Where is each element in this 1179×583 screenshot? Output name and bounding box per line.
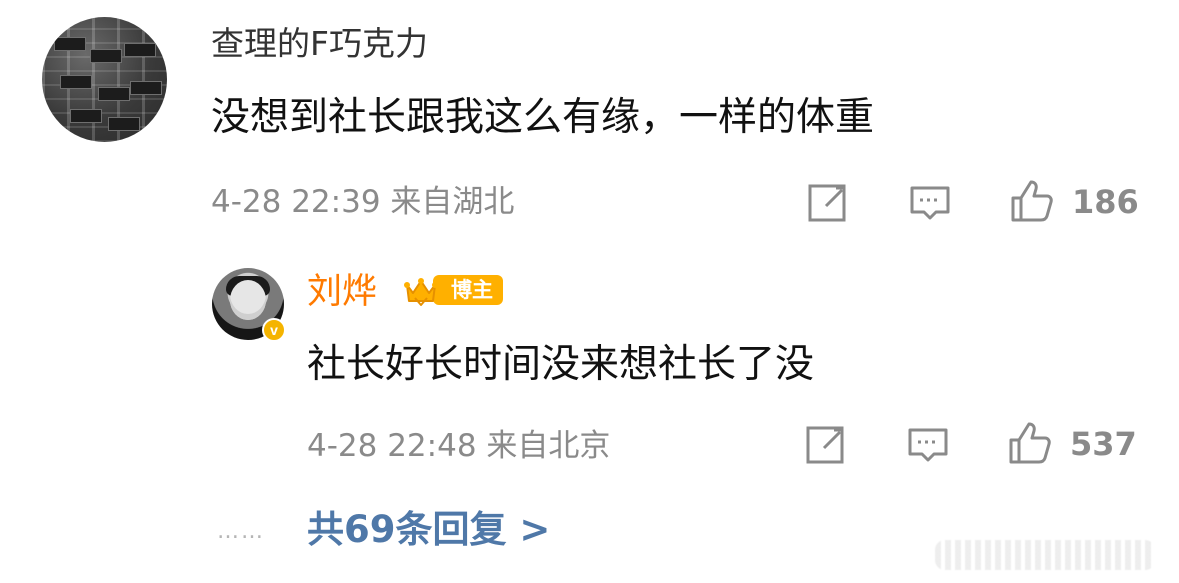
reply-username[interactable]: 刘烨 <box>307 270 377 314</box>
more-dots: …… <box>217 519 265 544</box>
share-icon[interactable] <box>806 178 854 226</box>
blogger-badge: 博主 <box>403 271 503 309</box>
like-icon-svg <box>1009 422 1051 464</box>
comment-icon-svg <box>908 428 948 462</box>
like-count: 186 <box>1072 183 1139 221</box>
avatar[interactable] <box>42 17 167 142</box>
more-replies-link[interactable]: 共69条回复 > <box>307 505 550 555</box>
reply-meta: 4-28 22:48 来自北京 <box>307 428 611 464</box>
like-icon[interactable] <box>1005 418 1053 466</box>
avatar-pattern <box>130 81 162 95</box>
avatar-pattern <box>98 87 130 101</box>
like-count: 537 <box>1070 425 1137 463</box>
avatar-pattern <box>90 49 122 63</box>
share-icon[interactable] <box>804 420 852 468</box>
share-icon-svg <box>808 184 846 222</box>
avatar-pattern <box>124 43 156 57</box>
comment-text: 没想到社长跟我这么有缘，一样的体重 <box>211 95 875 140</box>
crown-icon-svg <box>404 278 438 306</box>
crown-icon <box>403 271 439 309</box>
avatar-pattern <box>60 75 92 89</box>
like-icon[interactable] <box>1007 176 1055 224</box>
comment-meta: 4-28 22:39 来自湖北 <box>211 184 515 220</box>
avatar-pattern <box>54 37 86 51</box>
badge-label: 博主 <box>433 275 503 305</box>
verified-badge: v <box>262 318 286 342</box>
comment-username[interactable]: 查理的F巧克力 <box>211 22 428 66</box>
like-icon-svg <box>1011 180 1053 222</box>
comment-icon[interactable] <box>906 178 954 226</box>
share-icon-svg <box>806 426 844 464</box>
comment-icon-svg <box>910 186 950 220</box>
avatar-pattern <box>108 117 140 131</box>
comment-icon[interactable] <box>904 420 952 468</box>
reply-text: 社长好长时间没来想社长了没 <box>307 342 815 387</box>
avatar-pattern <box>70 109 102 123</box>
watermark <box>935 540 1155 570</box>
avatar-face <box>230 280 266 320</box>
